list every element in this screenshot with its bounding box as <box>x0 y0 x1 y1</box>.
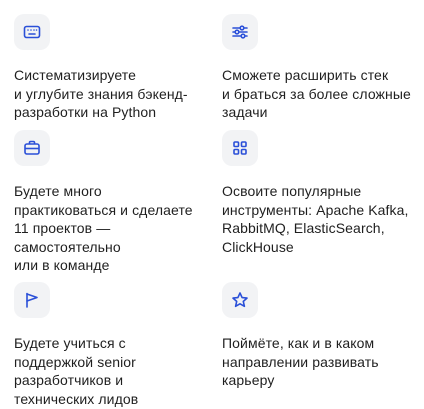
feature-card-1: Систематизируете и углубите знания бэкен… <box>14 14 214 122</box>
feature-card-2: Сможете расширить стек и браться за боле… <box>222 14 422 122</box>
feature-card-5: Будете учиться с поддержкой senior разра… <box>14 282 214 408</box>
feature-text-line: Поймёте, как и в каком <box>222 335 375 351</box>
feature-card-3: Будете много практиковаться и сделаете 1… <box>14 130 214 275</box>
feature-text-line: RabbitMQ, ElasticSearch, <box>222 220 385 236</box>
flag-icon <box>26 292 38 308</box>
feature-icon-container <box>222 14 258 50</box>
feature-icon-container <box>14 282 50 318</box>
feature-text-line: Будете много <box>14 183 102 199</box>
feature-text-line: практиковаться и сделаете <box>14 201 193 218</box>
feature-text-line: инструменты: Apache Kafka, <box>222 201 409 218</box>
feature-text-line: Систематизируете <box>14 67 136 83</box>
feature-text: Поймёте, как и в каком направлении разви… <box>222 334 422 390</box>
feature-card-4: Освоите популярные инструменты: Apache K… <box>222 130 422 256</box>
sliders-icon <box>232 25 248 39</box>
feature-text-line: технических лидов <box>14 390 139 407</box>
feature-icon-container <box>222 282 258 318</box>
feature-icon-container <box>14 130 50 166</box>
feature-text-line: Сможете расширить стек <box>222 67 389 83</box>
feature-text: Будете учиться с поддержкой senior разра… <box>14 334 214 408</box>
feature-icon-container <box>14 14 50 50</box>
feature-text-line: направлении развивать <box>222 353 379 370</box>
feature-text: Будете много практиковаться и сделаете 1… <box>14 182 214 275</box>
feature-text-line: или в команде <box>14 257 110 273</box>
feature-text: Освоите популярные инструменты: Apache K… <box>222 182 422 256</box>
keyboard-icon <box>23 25 41 39</box>
feature-text-line: поддержкой senior <box>14 353 136 370</box>
feature-card-6: Поймёте, как и в каком направлении разви… <box>222 282 422 390</box>
feature-text-line: задачи <box>222 104 268 120</box>
feature-text-line: карьеру <box>222 372 275 388</box>
feature-text-line: Будете учиться с <box>14 335 126 351</box>
feature-text: Систематизируете и углубите знания бэкен… <box>14 66 214 122</box>
briefcase-icon <box>24 140 40 155</box>
features-grid: Систематизируете и углубите знания бэкен… <box>0 0 424 409</box>
feature-text-line: ClickHouse <box>222 238 294 255</box>
star-icon <box>232 292 248 308</box>
feature-text-line: и углубите знания бэкенд- <box>14 85 188 102</box>
feature-text-line: самостоятельно <box>14 238 121 255</box>
feature-icon-container <box>222 130 258 166</box>
feature-text-line: 11 проектов — <box>14 220 111 236</box>
feature-text-line: разработчиков и <box>14 372 124 388</box>
feature-text: Сможете расширить стек и браться за боле… <box>222 66 422 122</box>
feature-text-line: разработки на Python <box>14 104 157 120</box>
feature-text-line: и браться за более сложные <box>222 85 411 102</box>
grid-icon <box>233 141 247 155</box>
feature-text-line: Освоите популярные <box>222 183 362 199</box>
